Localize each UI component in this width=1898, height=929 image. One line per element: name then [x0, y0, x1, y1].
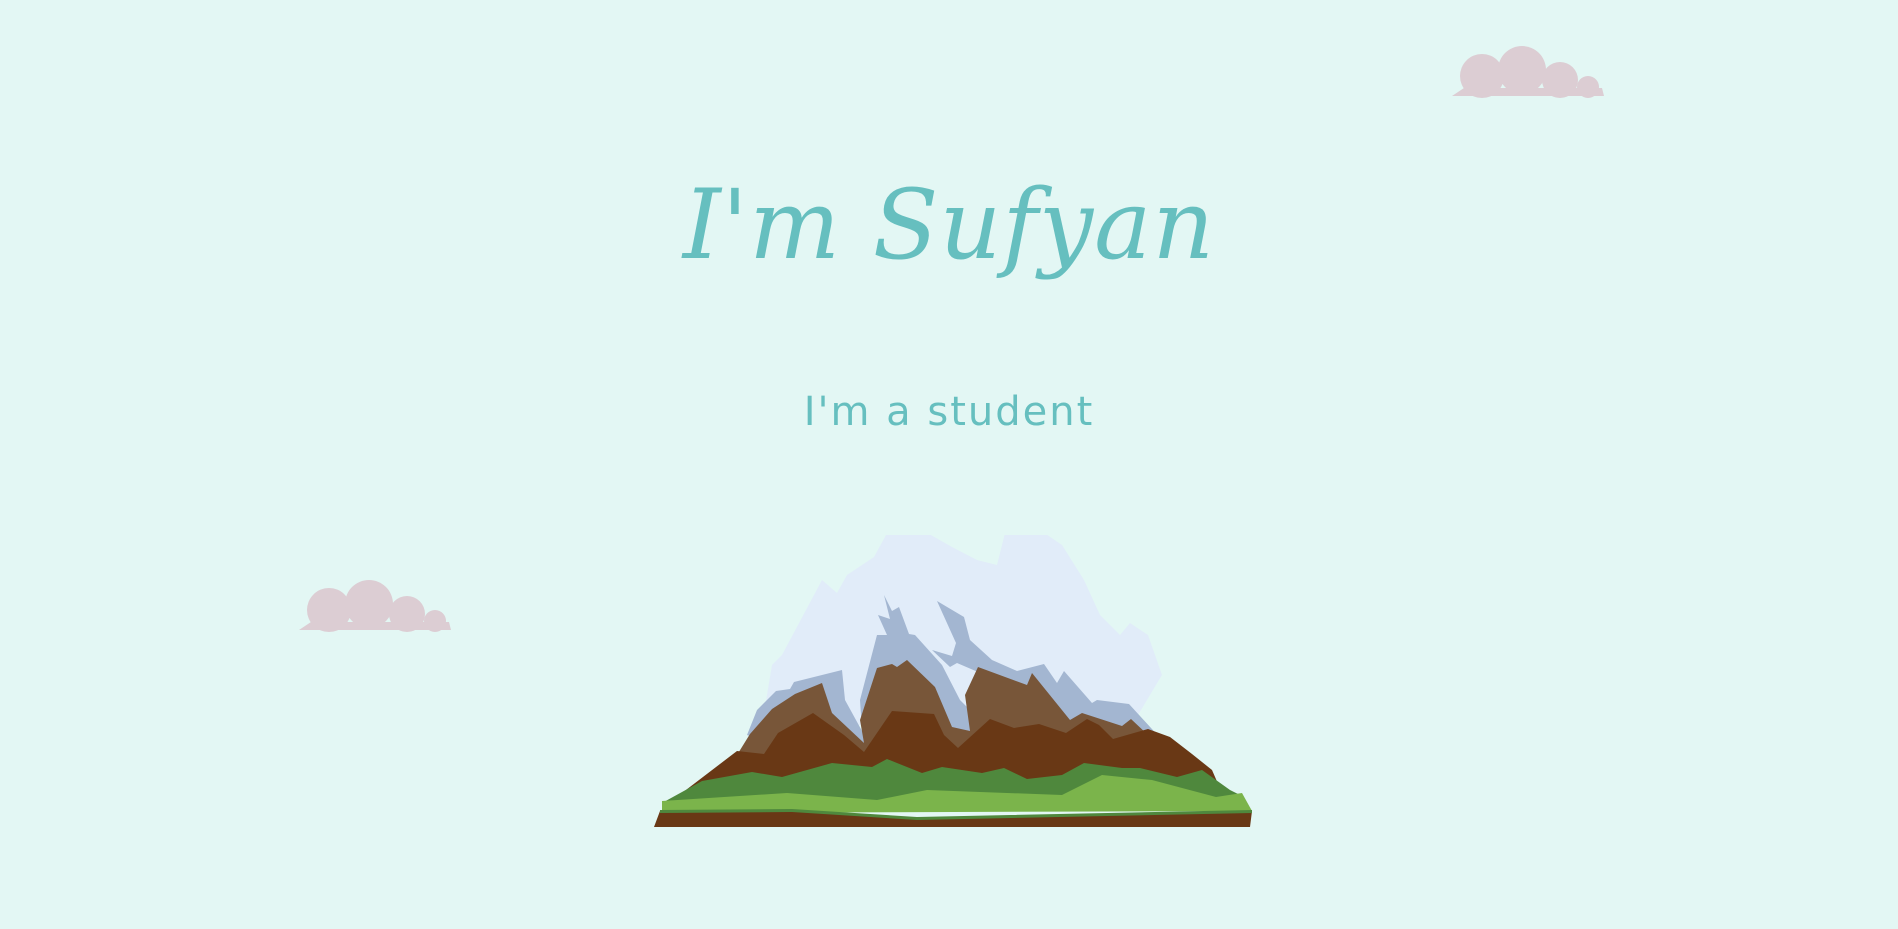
top-cloud-icon — [1452, 46, 1604, 98]
bottom-cloud-icon — [299, 580, 451, 632]
hero-title: I'm Sufyan — [682, 169, 1216, 281]
mountain-illustration — [654, 535, 1252, 827]
hero-subtitle: I'm a student — [803, 389, 1095, 435]
